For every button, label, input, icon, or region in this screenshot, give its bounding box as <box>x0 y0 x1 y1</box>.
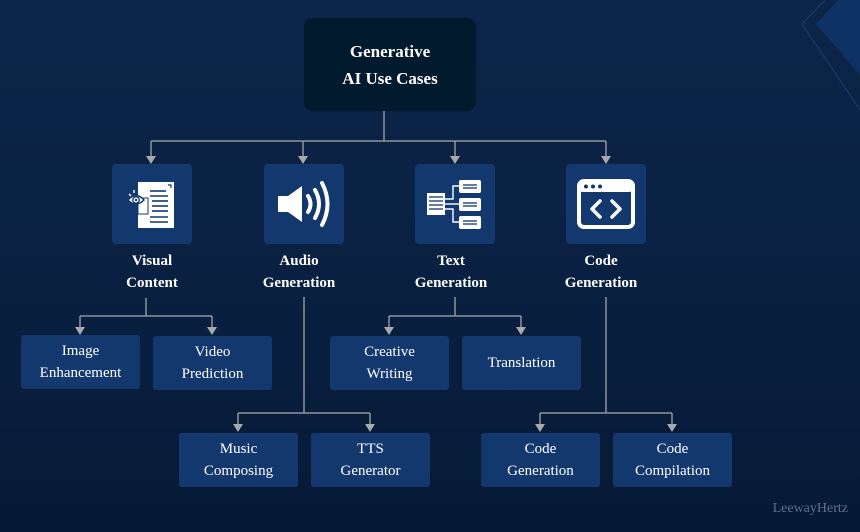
leaf-line1: Code <box>656 441 689 457</box>
leaf-line2: Writing <box>366 366 413 382</box>
label-line1: Audio <box>279 253 319 269</box>
visual-content-icon-box <box>112 164 192 244</box>
leaf-line2: Compilation <box>635 463 710 479</box>
category-label-visual-content: Visual Content <box>82 250 222 294</box>
leaf-code-generation: Code Generation <box>481 433 600 487</box>
audio-generation-icon-box <box>264 164 344 244</box>
leaf-creative-writing: Creative Writing <box>330 336 449 390</box>
leaf-music-composing: Music Composing <box>179 433 298 487</box>
leaf-image-enhancement: Image Enhancement <box>21 335 140 389</box>
code-window-icon <box>577 179 635 229</box>
category-label-audio-generation: Audio Generation <box>229 250 369 294</box>
leaf-line2: Enhancement <box>39 365 122 381</box>
label-line2: Generation <box>414 275 488 291</box>
label-line2: Content <box>126 275 178 291</box>
leaf-line1: Code <box>524 441 557 457</box>
label-line1: Visual <box>131 253 173 269</box>
label-line1: Text <box>437 253 465 269</box>
leaf-line1: Image <box>61 343 100 359</box>
text-generation-icon-box <box>415 164 495 244</box>
leaf-line2: Generator <box>340 463 401 479</box>
leaf-video-prediction: Video Prediction <box>153 336 272 390</box>
leaf-tts-generator: TTS Generator <box>311 433 430 487</box>
document-eye-icon <box>127 182 174 228</box>
label-line2: Generation <box>262 275 336 291</box>
leaf-line1: Music <box>219 441 258 457</box>
label-line2: Generation <box>564 275 638 291</box>
leaf-line2: Generation <box>507 463 574 479</box>
leaf-translation: Translation <box>462 336 581 390</box>
leaf-line1: Translation <box>487 355 556 371</box>
leaf-code-compilation: Code Compilation <box>613 433 732 487</box>
label-line1: Code <box>584 253 618 269</box>
leaf-line1: TTS <box>357 441 384 457</box>
leaf-line1: Creative <box>364 344 415 360</box>
leaf-line1: Video <box>194 344 231 360</box>
brand-watermark: LeewayHertz <box>772 501 848 516</box>
category-label-text-generation: Text Generation <box>381 250 521 294</box>
text-tree-icon <box>427 180 481 229</box>
leaf-line2: Composing <box>203 463 274 479</box>
code-generation-icon-box <box>566 164 646 244</box>
category-label-code-generation: Code Generation <box>531 250 671 294</box>
speaker-icon <box>278 181 330 227</box>
leaf-line2: Prediction <box>181 366 244 382</box>
